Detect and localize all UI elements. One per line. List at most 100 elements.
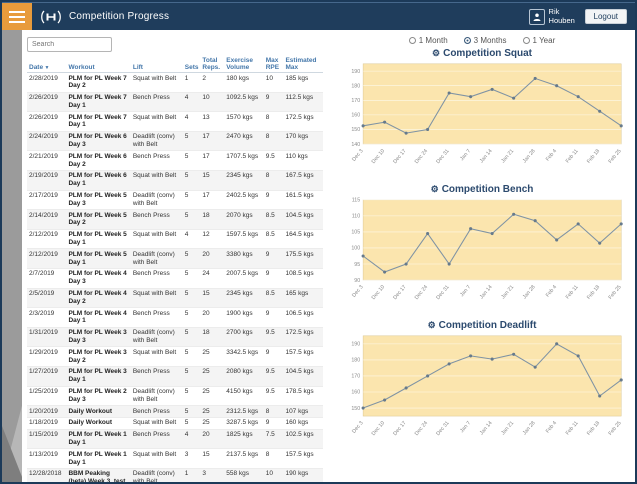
column-header-total-reps-[interactable]: Total Reps. bbox=[200, 56, 225, 73]
table-row[interactable]: 2/24/2019 PLM for PL Week 6 Day 3 Deadlift… bbox=[27, 131, 323, 151]
table-row[interactable]: 2/19/2019 PLM for PL Week 6 Day 1 Squat wi… bbox=[27, 170, 323, 191]
cell-total-reps-: 18 bbox=[202, 329, 210, 337]
table-row[interactable]: 1/27/2019 PLM for PL Week 3 Day 1 Bench Pr… bbox=[27, 366, 323, 386]
svg-text:Jan 14: Jan 14 bbox=[479, 284, 494, 300]
cell-total-reps-: 25 bbox=[202, 368, 210, 376]
column-header-date[interactable]: Date ▼ bbox=[27, 56, 67, 73]
svg-text:Dec 10: Dec 10 bbox=[371, 284, 386, 301]
cell-total-reps-: 13 bbox=[202, 113, 210, 121]
cell-estimated-max: 170 kgs bbox=[285, 133, 309, 141]
svg-text:Dec 10: Dec 10 bbox=[371, 148, 386, 165]
cell-lift: Deadlift (conv) with Belt bbox=[132, 470, 175, 482]
cell-estimated-max: 102.5 kgs bbox=[285, 431, 314, 439]
table-row[interactable]: 2/5/2019 PLM for PL Week 4 Day 2 Squat wit… bbox=[27, 288, 323, 308]
squat-chart: 140 150 160 170 180 190 Dec 3 Dec 10 Dec 17 Dec 2… bbox=[337, 59, 627, 181]
cell-max-rpe: 8.5 bbox=[265, 231, 275, 239]
cell-max-rpe: 7.5 bbox=[265, 431, 275, 439]
cell-total-reps-: 10 bbox=[202, 94, 210, 102]
cell-max-rpe: 9.5 bbox=[265, 388, 275, 395]
sort-desc-icon: ▼ bbox=[43, 65, 50, 71]
table-row[interactable]: 2/3/2019 PLM for PL Week 4 Day 1 Bench Pre… bbox=[27, 308, 323, 328]
svg-text:Feb 4: Feb 4 bbox=[545, 420, 558, 434]
cell-estimated-max: 157.5 kgs bbox=[285, 348, 314, 356]
cell-lift: Deadlift (conv) with Belt bbox=[132, 388, 175, 403]
table-row[interactable]: 1/25/2019 PLM for PL Week 2 Day 3 Deadlift… bbox=[27, 386, 323, 406]
cell-sets: 5 bbox=[184, 309, 189, 317]
cell-exercise-volume: 2700 kgs bbox=[226, 329, 253, 337]
bench-chart-header: ⚙ Competition Bench bbox=[337, 184, 627, 195]
cell-exercise-volume: 3287.5 kgs bbox=[226, 419, 259, 427]
radio-1-month[interactable]: 1 Month bbox=[408, 36, 448, 45]
svg-text:150: 150 bbox=[351, 127, 360, 133]
cell-estimated-max: 104.5 kgs bbox=[285, 368, 314, 376]
table-row[interactable]: 1/13/2019 PLM for PL Week 1 Day 1 Squat wi… bbox=[27, 449, 323, 469]
cell-exercise-volume: 3342.5 kgs bbox=[226, 348, 259, 356]
search-input[interactable] bbox=[27, 37, 112, 52]
svg-text:Feb 18: Feb 18 bbox=[586, 420, 601, 437]
cell-exercise-volume: 180 kgs bbox=[226, 74, 250, 82]
radio-1-year[interactable]: 1 Year bbox=[522, 36, 555, 45]
workout-table: Date ▼ Workout Lift Sets Total Reps. Exercise… bbox=[27, 56, 323, 482]
cell-sets: 1 bbox=[184, 470, 189, 478]
cell-workout: PLM for PL Week 5 Day 2 bbox=[68, 211, 127, 227]
cell-date: 1/27/2019 bbox=[29, 368, 58, 376]
cell-exercise-volume: 2312.5 kgs bbox=[226, 407, 259, 415]
cell-estimated-max: 161.5 kgs bbox=[285, 192, 314, 200]
cell-workout: PLM for PL Week 6 Day 1 bbox=[68, 172, 127, 188]
table-row[interactable]: 2/26/2019 PLM for PL Week 7 Day 1 Squat wi… bbox=[27, 112, 323, 132]
chart-settings-icon[interactable]: ⚙ bbox=[432, 48, 440, 58]
table-row[interactable]: 1/31/2019 PLM for PL Week 3 Day 3 Deadlift… bbox=[27, 327, 323, 347]
svg-text:115: 115 bbox=[352, 197, 360, 203]
svg-text:Jan 7: Jan 7 bbox=[459, 420, 472, 434]
column-header-workout[interactable]: Workout bbox=[66, 56, 131, 73]
svg-text:Dec 31: Dec 31 bbox=[435, 420, 450, 437]
table-row[interactable]: 1/29/2019 PLM for PL Week 3 Day 2 Squat wi… bbox=[27, 347, 323, 367]
radio-3-months[interactable]: 3 Months bbox=[463, 36, 507, 45]
svg-text:Dec 17: Dec 17 bbox=[392, 284, 407, 301]
table-row[interactable]: 2/12/2019 PLM for PL Week 5 Day 1 Deadlift… bbox=[27, 248, 323, 269]
cell-sets: 3 bbox=[184, 450, 189, 458]
cell-estimated-max: 164.5 kgs bbox=[285, 231, 314, 239]
table-row[interactable]: 2/14/2019 PLM for PL Week 5 Day 2 Bench Pr… bbox=[27, 209, 323, 230]
svg-text:Feb 25: Feb 25 bbox=[608, 284, 623, 301]
cell-max-rpe: 9 bbox=[265, 348, 270, 356]
column-header-max-rpe[interactable]: Max RPE bbox=[263, 56, 284, 73]
cell-max-rpe: 9 bbox=[265, 270, 270, 278]
cell-lift: Squat with Belt bbox=[132, 74, 177, 82]
table-row[interactable]: 2/17/2019 PLM for PL Week 5 Day 3 Deadlift… bbox=[27, 190, 323, 210]
column-header-sets[interactable]: Sets bbox=[182, 56, 201, 73]
cell-sets: 4 bbox=[184, 113, 189, 121]
table-header-row: Date ▼ Workout Lift Sets Total Reps. Exercise… bbox=[27, 56, 323, 73]
table-row[interactable]: 1/20/2019 Daily Workout Bench Press 5 25 2312… bbox=[27, 405, 323, 418]
cell-workout: PLM for PL Week 7 Day 2 bbox=[68, 74, 127, 90]
menu-button[interactable] bbox=[2, 2, 32, 31]
svg-text:Jan 14: Jan 14 bbox=[479, 148, 494, 164]
logout-button[interactable]: Logout bbox=[584, 9, 627, 24]
column-header-lift[interactable]: Lift bbox=[130, 56, 183, 73]
cell-date: 2/28/2019 bbox=[29, 74, 58, 82]
table-row[interactable]: 2/7/2019 PLM for PL Week 4 Day 3 Bench Pre… bbox=[27, 268, 323, 289]
table-row[interactable]: 1/15/2019 PLM for PL Week 1 Day 1 Bench Pr… bbox=[27, 429, 323, 449]
column-header-exercise-volume[interactable]: Exercise Volume bbox=[224, 56, 264, 73]
chart-settings-icon[interactable]: ⚙ bbox=[431, 184, 439, 194]
cell-date: 1/18/2019 bbox=[29, 419, 58, 427]
cell-estimated-max: 190 kgs bbox=[285, 470, 309, 478]
user-menu[interactable]: Rik Houben bbox=[528, 8, 579, 25]
table-row[interactable]: 2/12/2019 PLM for PL Week 5 Day 1 Squat wi… bbox=[27, 229, 323, 249]
svg-text:100: 100 bbox=[351, 246, 360, 252]
cell-lift: Squat with Belt bbox=[132, 450, 177, 458]
svg-text:160: 160 bbox=[351, 113, 360, 119]
table-row[interactable]: 1/18/2019 Daily Workout Squat with Belt 5 25… bbox=[27, 417, 323, 430]
svg-text:90: 90 bbox=[354, 278, 360, 284]
chart-settings-icon[interactable]: ⚙ bbox=[428, 320, 436, 330]
table-row[interactable]: 2/21/2019 PLM for PL Week 6 Day 2 Bench Pr… bbox=[27, 151, 323, 171]
cell-total-reps-: 15 bbox=[202, 172, 210, 180]
table-row[interactable]: 2/28/2019 PLM for PL Week 7 Day 2 Squat wi… bbox=[27, 73, 323, 93]
column-header-estimated-max[interactable]: Estimated Max bbox=[283, 56, 323, 73]
cell-lift: Deadlift (conv) with Belt bbox=[132, 250, 175, 266]
cell-lift: Bench Press bbox=[132, 152, 170, 160]
table-row[interactable]: 2/26/2019 PLM for PL Week 7 Day 1 Bench Pr… bbox=[27, 92, 323, 112]
table-row[interactable]: 12/28/2018 BBM Peaking (beta) Week 3, tes… bbox=[27, 468, 323, 482]
cell-estimated-max: 107 kgs bbox=[285, 407, 309, 415]
cell-workout: Daily Workout bbox=[68, 419, 113, 427]
